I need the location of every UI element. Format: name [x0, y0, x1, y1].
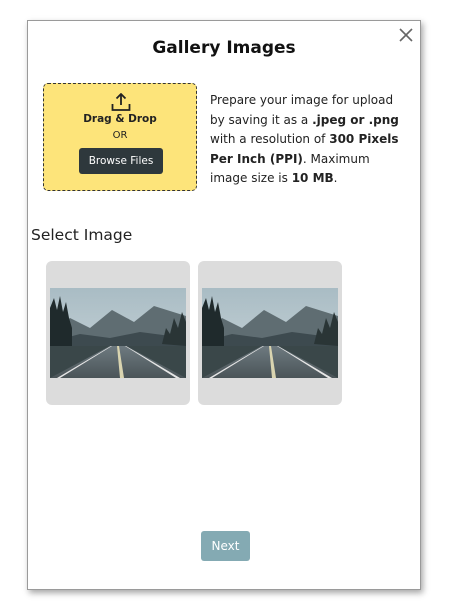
gallery-images-dialog: Gallery Images Drag & Drop OR Browse Fil… [27, 20, 421, 590]
browse-files-button[interactable]: Browse Files [79, 148, 163, 174]
drag-drop-label: Drag & Drop [83, 113, 157, 125]
upload-icon [111, 93, 131, 111]
select-image-heading: Select Image [31, 226, 133, 244]
upload-instructions: Prepare your image for upload by saving … [210, 91, 410, 189]
drag-drop-zone[interactable]: Drag & Drop OR Browse Files [43, 83, 197, 191]
or-label: OR [112, 130, 128, 141]
instructions-text: . [333, 171, 338, 185]
next-button[interactable]: Next [201, 531, 250, 561]
image-thumbnail [50, 288, 186, 378]
instructions-text: with a resolution of [210, 132, 330, 146]
gallery-image-card[interactable] [46, 261, 190, 405]
dialog-title: Gallery Images [152, 38, 296, 58]
gallery-image-card[interactable] [198, 261, 342, 405]
formats-text: .jpeg or .png [312, 112, 399, 127]
image-thumbnail [202, 288, 338, 378]
max-size-text: 10 MB [291, 171, 334, 185]
